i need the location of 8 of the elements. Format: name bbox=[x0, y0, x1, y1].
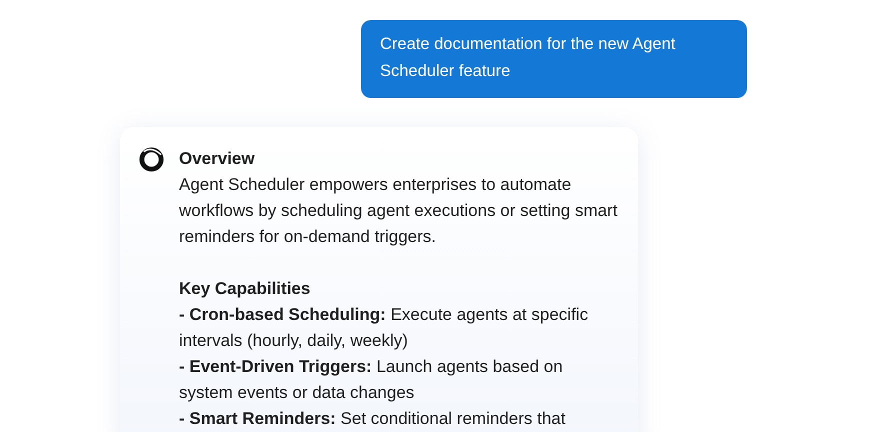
user-message: Create documentation for the new Agent Scheduler feature bbox=[361, 20, 747, 98]
list-item: - Smart Reminders: Set conditional reminders that bbox=[179, 408, 566, 430]
list-item: - Cron-based Scheduling: Execute agents at specific intervals (hourly, daily, weekly) bbox=[179, 304, 590, 352]
paragraph: Agent Scheduler empowers enterprises to automate workflows by scheduling agent executions or setting smart reminders for on-demand triggers. bbox=[179, 174, 618, 248]
section-heading: Key Capabilities bbox=[179, 278, 312, 300]
list-item: - Event-Driven Triggers: Launch agents based on system events or data changes bbox=[179, 356, 564, 404]
ring-logo-icon bbox=[138, 146, 165, 173]
section-heading: Overview bbox=[179, 148, 256, 170]
